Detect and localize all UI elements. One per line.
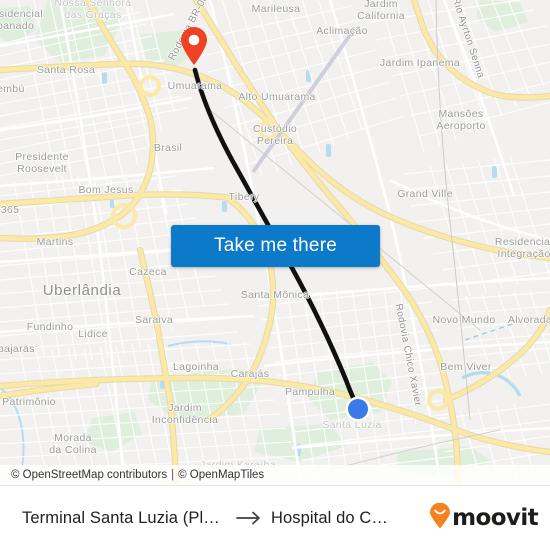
trip-origin-label: Terminal Santa Luzia (Plataform…: [22, 508, 227, 527]
arrow-right-icon: [236, 511, 262, 525]
trip-footer-bar: Terminal Santa Luzia (Plataform… Hospita…: [0, 485, 550, 550]
map-attribution-bar: © OpenStreetMap contributors | © OpenMap…: [0, 465, 550, 485]
trip-summary[interactable]: Terminal Santa Luzia (Plataform… Hospita…: [22, 509, 419, 528]
moovit-map-screen: Nossa Senhora das Graças Marileusa Jardim …: [0, 0, 550, 550]
moovit-pin-icon: [429, 502, 451, 534]
attribution-separator: |: [171, 469, 175, 481]
openstreetmap-attribution-link[interactable]: © OpenStreetMap contributors: [11, 469, 167, 481]
moovit-wordmark: moovit: [452, 505, 538, 531]
openmaptiles-attribution-link[interactable]: © OpenMapTiles: [178, 469, 264, 481]
map-viewport[interactable]: Nossa Senhora das Graças Marileusa Jardim …: [0, 0, 550, 485]
moovit-logo[interactable]: moovit: [429, 502, 539, 534]
take-me-there-button[interactable]: Take me there: [171, 225, 380, 267]
destination-marker-dot[interactable]: [348, 399, 368, 419]
trip-destination-label: Hospital do Câ…: [271, 508, 396, 527]
